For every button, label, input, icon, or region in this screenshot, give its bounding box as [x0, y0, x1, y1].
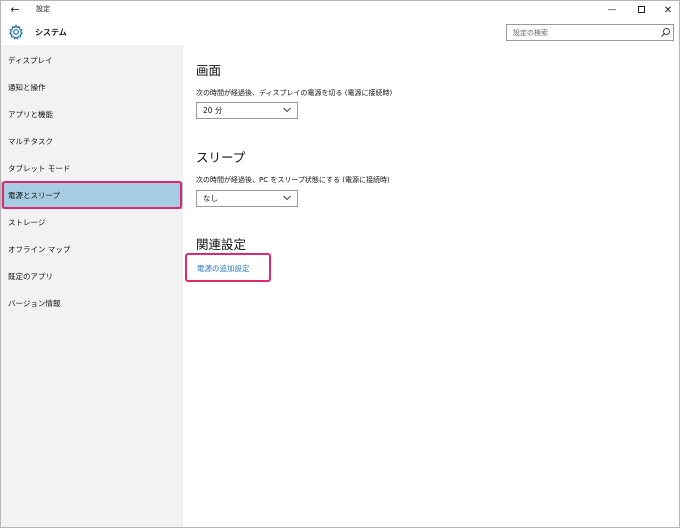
- main-content: 画面 次の時間が経過後、ディスプレイの電源を切る (電源に接続時) 20 分 ス…: [183, 45, 679, 527]
- search-input[interactable]: [507, 25, 657, 40]
- close-button[interactable]: ✕: [653, 1, 679, 20]
- related-section-title: 関連設定: [196, 237, 247, 252]
- search-box[interactable]: [506, 24, 674, 41]
- minimize-button[interactable]: —: [597, 1, 627, 20]
- header: システム: [1, 20, 679, 45]
- sidebar-item-default-apps[interactable]: 既定のアプリ: [1, 263, 183, 290]
- sidebar-item-apps[interactable]: アプリと機能: [1, 101, 183, 128]
- screen-section-title: 画面: [196, 63, 222, 78]
- screen-timeout-dropdown[interactable]: 20 分: [196, 102, 298, 119]
- sleep-description: 次の時間が経過後、PC をスリープ状態にする (電源に接続時): [196, 176, 390, 184]
- screen-timeout-value: 20 分: [203, 106, 223, 115]
- sleep-timeout-value: なし: [203, 194, 218, 203]
- maximize-button[interactable]: [626, 1, 656, 20]
- page-title: システム: [35, 28, 67, 37]
- maximize-icon: [637, 6, 645, 13]
- sidebar-item-display[interactable]: ディスプレイ: [1, 47, 183, 74]
- sidebar: ディスプレイ 通知と操作 アプリと機能 マルチタスク タブレット モード 電源と…: [1, 45, 183, 527]
- sidebar-item-tablet-mode[interactable]: タブレット モード: [1, 155, 183, 182]
- screen-description: 次の時間が経過後、ディスプレイの電源を切る (電源に接続時): [196, 89, 393, 97]
- sidebar-item-multitasking[interactable]: マルチタスク: [1, 128, 183, 155]
- search-icon[interactable]: [660, 27, 671, 38]
- settings-window: ← 設定 — ✕ システム ディスプレイ 通知と操作 アプリと機能 マルチタスク…: [0, 0, 680, 528]
- sleep-section-title: スリープ: [196, 150, 246, 165]
- title-bar: ← 設定 — ✕: [1, 1, 679, 20]
- sidebar-item-storage[interactable]: ストレージ: [1, 209, 183, 236]
- sidebar-item-about[interactable]: バージョン情報: [1, 290, 183, 317]
- gear-icon: [8, 24, 24, 40]
- sleep-timeout-dropdown[interactable]: なし: [196, 190, 298, 207]
- additional-power-settings-link[interactable]: 電源の追加設定: [197, 263, 250, 274]
- chevron-down-icon: [283, 195, 291, 201]
- sidebar-item-notifications[interactable]: 通知と操作: [1, 74, 183, 101]
- sidebar-item-offline-maps[interactable]: オフライン マップ: [1, 236, 183, 263]
- back-button[interactable]: ←: [7, 3, 23, 17]
- app-title: 設定: [36, 5, 50, 13]
- sidebar-item-power-sleep[interactable]: 電源とスリープ: [1, 182, 183, 209]
- chevron-down-icon: [283, 107, 291, 113]
